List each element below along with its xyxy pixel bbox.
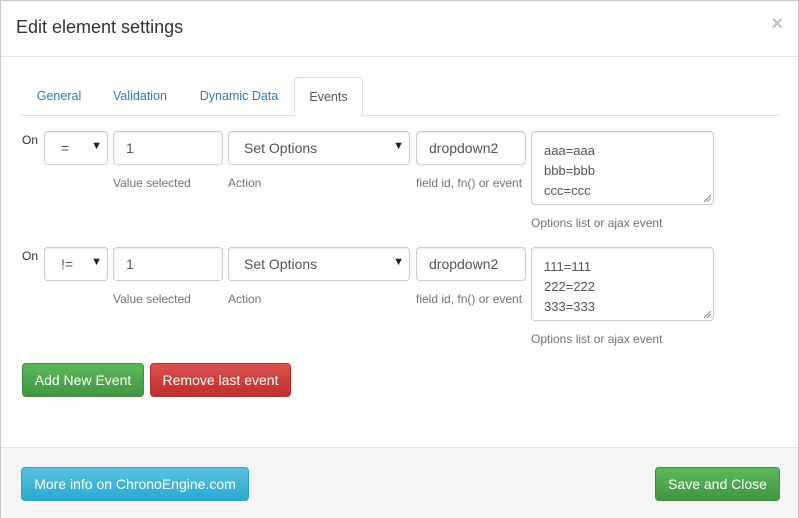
edit-element-modal: Edit element settings × General Validati… xyxy=(0,0,799,518)
more-info-button[interactable]: More info on ChronoEngine.com xyxy=(21,467,249,501)
operator-value: = xyxy=(61,140,70,156)
on-label: On xyxy=(22,133,39,147)
value-input[interactable]: 1 xyxy=(113,131,223,165)
chevron-down-icon: ▼ xyxy=(393,256,404,268)
options-line: bbb=bbb xyxy=(544,163,595,178)
value-help: Value selected xyxy=(113,292,191,306)
options-textarea[interactable]: aaa=aaa bbb=bbb ccc=ccc xyxy=(531,131,714,205)
operator-select[interactable]: != ▼ xyxy=(44,247,108,281)
tab-events[interactable]: Events xyxy=(294,77,363,117)
options-line: ccc=ccc xyxy=(544,183,591,198)
add-new-event-button[interactable]: Add New Event xyxy=(22,363,144,397)
action-help: Action xyxy=(228,176,262,190)
options-help: Options list or ajax event xyxy=(531,332,663,346)
value-input-text: 1 xyxy=(126,256,134,272)
action-select[interactable]: Set Options ▼ xyxy=(228,131,410,165)
chevron-down-icon: ▼ xyxy=(91,140,102,152)
resize-grip-icon[interactable] xyxy=(703,194,711,202)
action-select[interactable]: Set Options ▼ xyxy=(228,247,410,281)
value-input[interactable]: 1 xyxy=(113,247,223,281)
value-help: Value selected xyxy=(113,176,191,190)
remove-last-event-button[interactable]: Remove last event xyxy=(150,363,291,397)
options-line: 111=111 xyxy=(544,259,592,274)
target-input[interactable]: dropdown2 xyxy=(416,247,526,281)
close-icon[interactable]: × xyxy=(771,14,783,34)
action-value: Set Options xyxy=(244,256,318,272)
save-and-close-button[interactable]: Save and Close xyxy=(655,467,780,501)
target-help: field id, fn() or event xyxy=(416,292,523,306)
action-value: Set Options xyxy=(244,140,318,156)
target-input-text: dropdown2 xyxy=(429,140,499,156)
tab-dynamic-data[interactable]: Dynamic Data xyxy=(187,77,291,116)
options-help: Options list or ajax event xyxy=(531,216,663,230)
modal-title: Edit element settings xyxy=(16,17,184,37)
options-line: aaa=aaa xyxy=(544,143,595,158)
tab-validation[interactable]: Validation xyxy=(101,77,179,116)
modal-header: Edit element settings × xyxy=(1,1,798,57)
on-label: On xyxy=(22,249,39,263)
target-input-text: dropdown2 xyxy=(429,256,499,272)
options-textarea[interactable]: 111=111 222=222 333=333 xyxy=(531,247,714,321)
settings-tabs: General Validation Dynamic Data Events xyxy=(21,77,779,117)
chevron-down-icon: ▼ xyxy=(393,140,404,152)
value-input-text: 1 xyxy=(126,140,134,156)
options-line: 333=333 xyxy=(544,299,595,314)
action-help: Action xyxy=(228,292,262,306)
tab-general[interactable]: General xyxy=(21,77,97,116)
target-help: field id, fn() or event xyxy=(416,176,523,190)
chevron-down-icon: ▼ xyxy=(91,256,102,268)
operator-select[interactable]: = ▼ xyxy=(44,131,108,165)
operator-value: != xyxy=(61,256,74,272)
modal-footer: More info on ChronoEngine.com Save and C… xyxy=(1,447,798,518)
resize-grip-icon[interactable] xyxy=(703,310,711,318)
options-line: 222=222 xyxy=(544,279,595,294)
target-input[interactable]: dropdown2 xyxy=(416,131,526,165)
